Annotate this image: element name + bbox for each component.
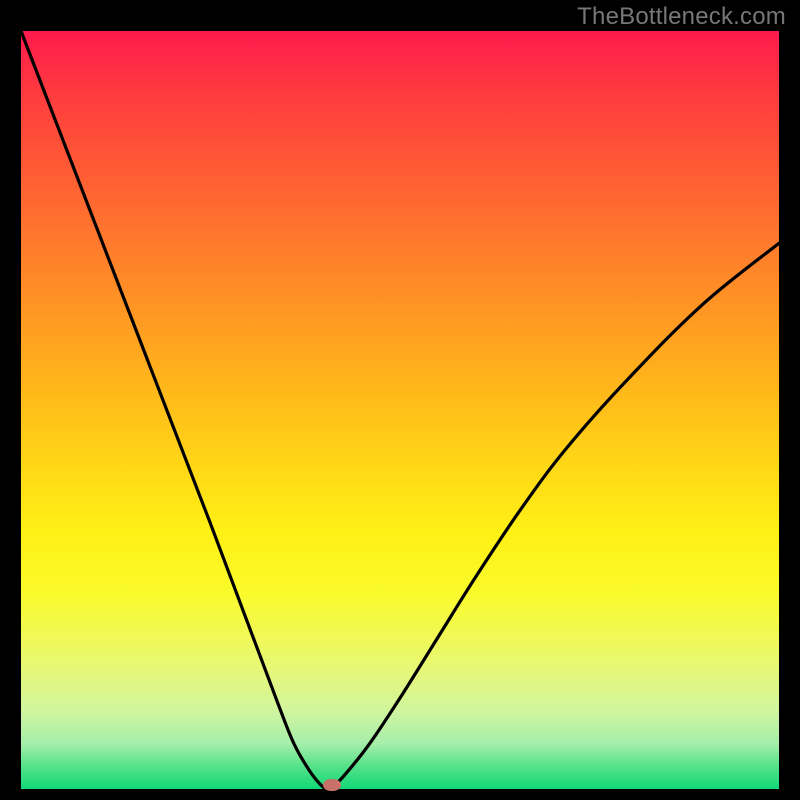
watermark-text: TheBottleneck.com — [577, 3, 786, 31]
minimum-marker — [323, 779, 341, 791]
chart-frame: TheBottleneck.com — [0, 0, 800, 800]
bottleneck-curve — [21, 31, 779, 789]
plot-area — [21, 31, 779, 789]
curve-svg — [21, 31, 779, 789]
